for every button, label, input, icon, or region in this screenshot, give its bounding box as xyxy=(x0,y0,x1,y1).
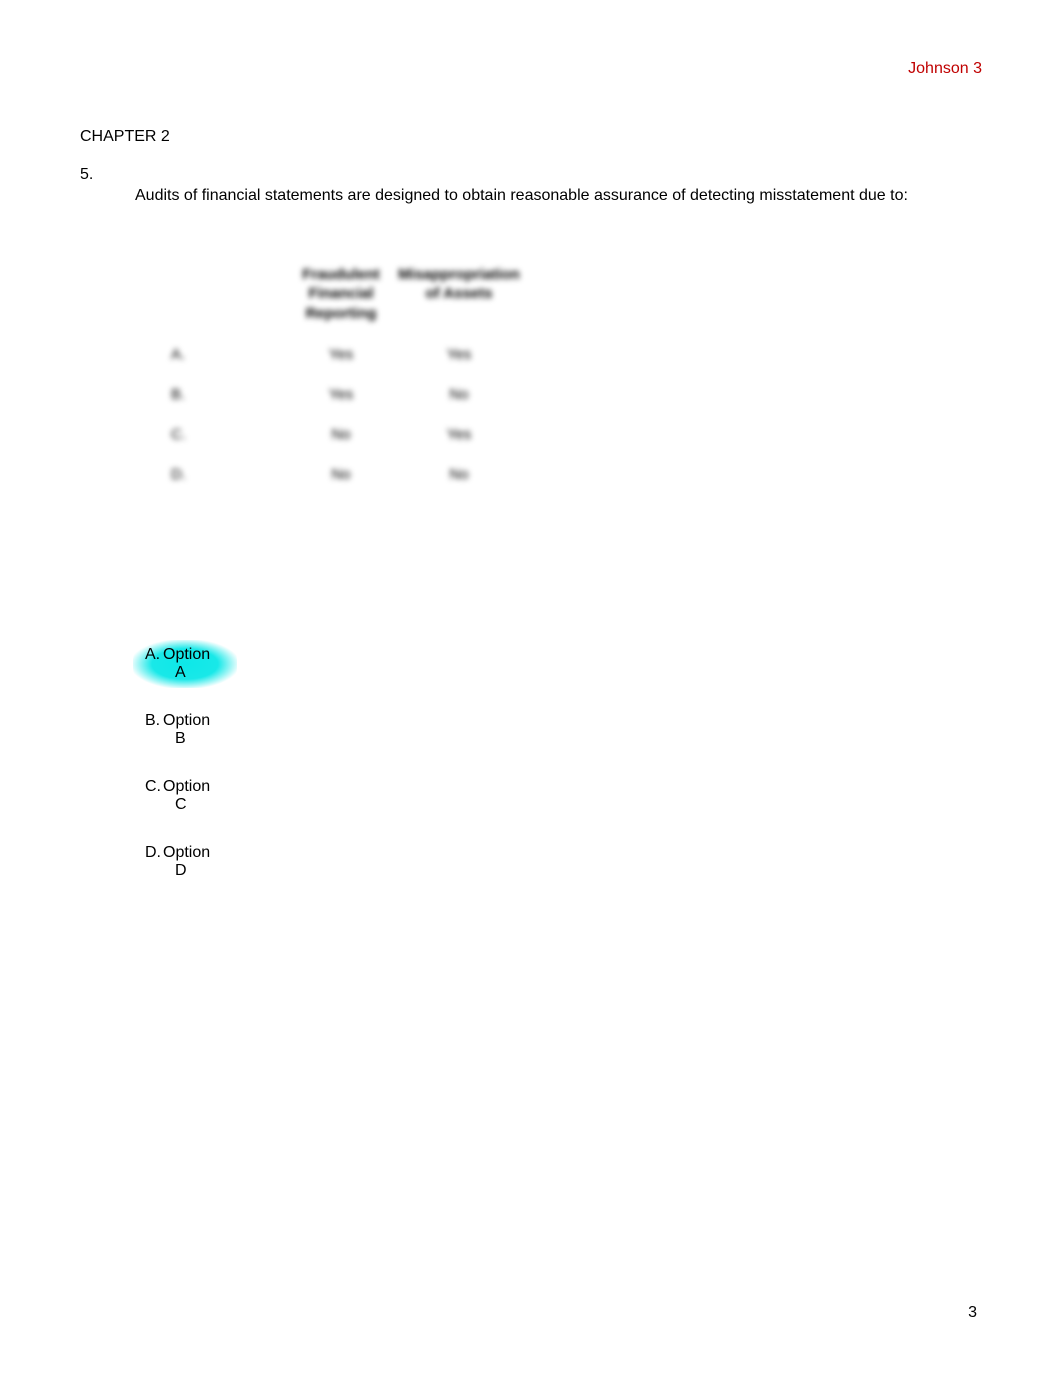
chapter-title: CHAPTER 2 xyxy=(80,128,982,146)
page-header-right: Johnson 3 xyxy=(80,60,982,78)
cell: No xyxy=(296,456,386,493)
option-a[interactable]: A. Option A xyxy=(145,646,225,682)
table-header-misappropriation: Misappropriation of Assets xyxy=(389,255,529,334)
question-text: Audits of financial statements are desig… xyxy=(135,186,982,207)
table-row: A. Yes Yes xyxy=(163,336,529,373)
table-row: B. Yes No xyxy=(163,376,529,413)
option-text: Option xyxy=(163,712,210,730)
page-number: 3 xyxy=(968,1304,977,1322)
option-text2: C xyxy=(175,796,225,814)
answer-options: A. Option A B. Option B C. Option C D. O… xyxy=(145,646,982,880)
row-label: B. xyxy=(163,376,293,413)
cell: Yes xyxy=(389,336,529,373)
option-letter: C. xyxy=(145,778,163,796)
option-text: Option xyxy=(163,646,210,664)
option-letter: D. xyxy=(145,844,163,862)
option-d[interactable]: D. Option D xyxy=(145,844,225,880)
table-row: D. No No xyxy=(163,456,529,493)
option-b[interactable]: B. Option B xyxy=(145,712,225,748)
row-label: C. xyxy=(163,416,293,453)
option-text2: D xyxy=(175,862,225,880)
table-header-fraudulent: Fraudulent Financial Reporting xyxy=(296,255,386,334)
table-row: C. No Yes xyxy=(163,416,529,453)
row-label: A. xyxy=(163,336,293,373)
cell: No xyxy=(389,456,529,493)
option-letter: B. xyxy=(145,712,163,730)
choices-table: Fraudulent Financial Reporting Misapprop… xyxy=(160,252,982,497)
option-c[interactable]: C. Option C xyxy=(145,778,225,814)
option-text: Option xyxy=(163,778,210,796)
table-header-blank xyxy=(163,255,293,334)
cell: Yes xyxy=(296,376,386,413)
question-number: 5. xyxy=(80,166,982,184)
cell: Yes xyxy=(296,336,386,373)
cell: Yes xyxy=(389,416,529,453)
option-text2: A xyxy=(175,664,225,682)
option-text: Option xyxy=(163,844,210,862)
option-text2: B xyxy=(175,730,225,748)
option-letter: A. xyxy=(145,646,163,664)
cell: No xyxy=(389,376,529,413)
cell: No xyxy=(296,416,386,453)
row-label: D. xyxy=(163,456,293,493)
